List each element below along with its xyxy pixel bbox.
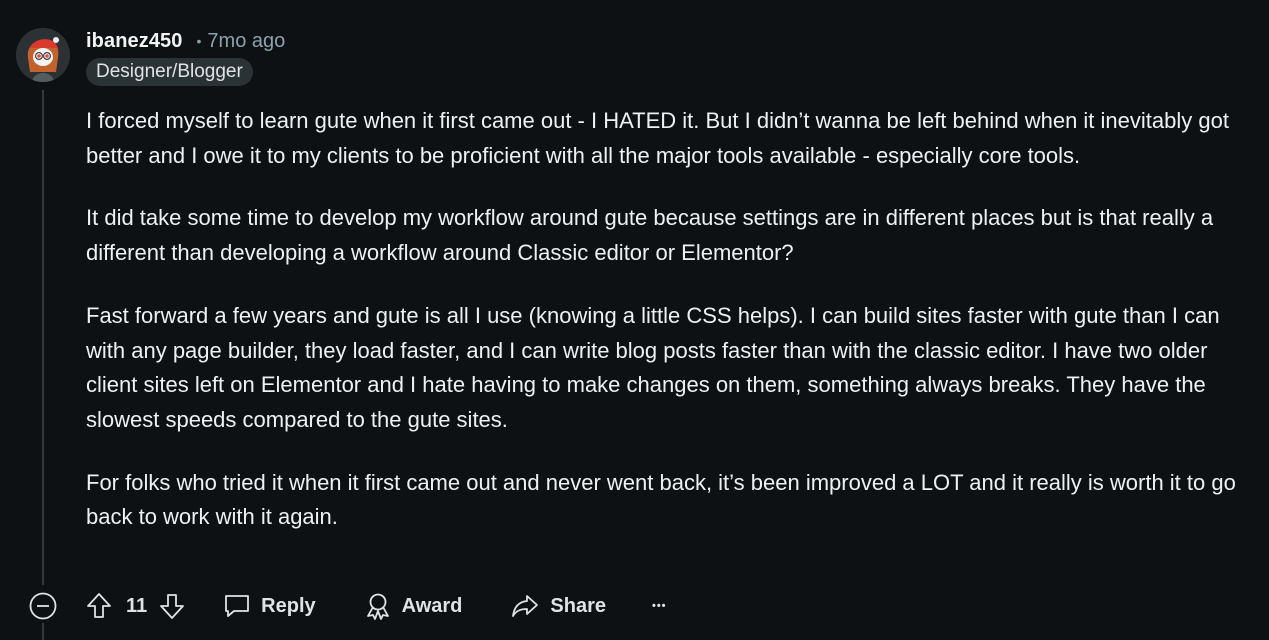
upvote-arrow-icon[interactable] xyxy=(86,592,112,620)
thread-line-bottom xyxy=(42,623,44,640)
share-arrow-icon xyxy=(510,593,540,619)
share-button[interactable]: Share xyxy=(510,593,606,619)
vote-score: 11 xyxy=(126,594,148,617)
separator-dot: • xyxy=(196,33,202,49)
reply-label: Reply xyxy=(261,594,316,617)
paragraph: It did take some time to develop my work… xyxy=(86,205,1214,266)
award-ribbon-icon xyxy=(364,592,392,620)
action-bar: 11 Reply Award Share ••• xyxy=(28,588,667,624)
collapse-minus-icon[interactable] xyxy=(28,591,58,621)
paragraph: For folks who tried it when it first cam… xyxy=(86,469,1236,530)
username[interactable]: ibanez450 xyxy=(86,30,183,53)
award-button[interactable]: Award xyxy=(364,592,463,620)
award-label: Award xyxy=(401,594,463,617)
comment-header: ibanez450 • 7mo ago xyxy=(86,28,285,54)
avatar[interactable] xyxy=(16,28,70,82)
timestamp[interactable]: 7mo ago xyxy=(207,30,285,53)
reply-button[interactable]: Reply xyxy=(223,593,316,619)
user-flair: Designer/Blogger xyxy=(86,58,253,86)
paragraph: I forced myself to learn gute when it fi… xyxy=(86,108,1229,168)
share-label: Share xyxy=(550,594,606,617)
speech-bubble-icon xyxy=(223,593,251,619)
comment-body: I forced myself to learn gute when it fi… xyxy=(86,104,1251,563)
thread-line xyxy=(42,90,44,585)
paragraph: Fast forward a few years and gute is all… xyxy=(86,302,1220,432)
more-options-button[interactable]: ••• xyxy=(652,600,667,612)
downvote-arrow-icon[interactable] xyxy=(159,592,185,620)
